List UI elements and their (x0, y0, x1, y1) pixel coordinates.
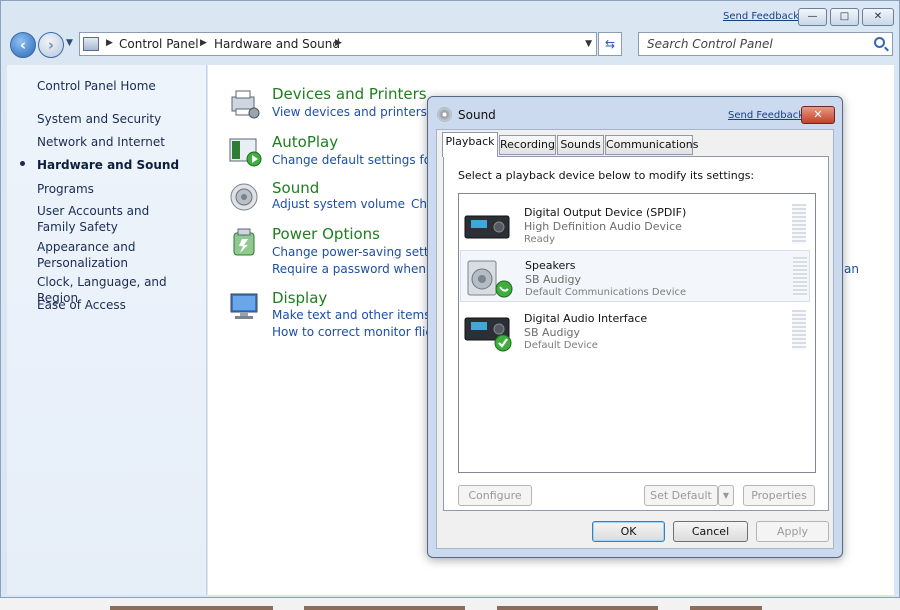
device-digital-audio-interface[interactable]: Digital Audio Interface SB Audigy Defaul… (460, 304, 810, 356)
sidebar-item-system-and-security[interactable]: System and Security (37, 111, 207, 127)
arrow-left-icon: ‹ (19, 36, 27, 54)
address-bar[interactable]: ▶ Control Panel ▶ Hardware and Sound ▶ ▼ (79, 32, 597, 56)
category-link[interactable]: Change power-saving setting (272, 245, 447, 259)
configure-button[interactable]: Configure (458, 485, 532, 506)
active-bullet-icon (20, 161, 25, 166)
dialog-title: Sound (458, 108, 496, 122)
title-bar: Send Feedback — □ ✕ (1, 1, 899, 29)
receiver-icon (464, 317, 512, 352)
device-status: Default Device (524, 340, 598, 351)
send-feedback-link[interactable]: Send Feedback (723, 11, 799, 22)
refresh-icon: ⇆ (604, 37, 616, 51)
device-list[interactable]: Digital Output Device (SPDIF) High Defin… (458, 193, 816, 473)
category-link[interactable]: View devices and printers (272, 105, 427, 119)
device-driver: SB Audigy (525, 273, 582, 286)
minimize-button[interactable]: — (798, 8, 827, 26)
breadcrumb-hardware-and-sound[interactable]: Hardware and Sound (214, 37, 340, 51)
device-status: Ready (524, 234, 556, 245)
category-title[interactable]: AutoPlay (272, 133, 338, 151)
search-icon[interactable] (874, 37, 885, 48)
breadcrumb-separator-icon[interactable]: ▶ (106, 38, 113, 48)
playback-panel: Select a playback device below to modify… (443, 156, 829, 511)
tab-recording[interactable]: Recording (499, 135, 556, 155)
search-input[interactable]: Search Control Panel (638, 32, 893, 56)
sidebar-item-control-panel-home[interactable]: Control Panel Home (37, 78, 207, 94)
category-link[interactable]: Change default settings for m (272, 153, 451, 167)
sidebar-item-appearance[interactable]: Appearance and Personalization (37, 239, 147, 271)
sidebar-item-programs[interactable]: Programs (37, 181, 207, 197)
device-driver: SB Audigy (524, 326, 581, 339)
tab-communications[interactable]: Communications (605, 135, 698, 155)
properties-button[interactable]: Properties (743, 485, 815, 506)
speaker-icon (230, 183, 258, 211)
maximize-button[interactable]: □ (830, 8, 859, 26)
speakers-icon (467, 260, 513, 298)
tab-sounds[interactable]: Sounds (557, 135, 604, 155)
category-link-fragment[interactable]: an (844, 262, 859, 276)
device-speakers[interactable]: Speakers SB Audigy Default Communication… (460, 250, 810, 302)
device-digital-output-spdif[interactable]: Digital Output Device (SPDIF) High Defin… (460, 198, 810, 250)
category-title[interactable]: Devices and Printers (272, 85, 427, 103)
device-name: Digital Output Device (SPDIF) (524, 206, 687, 219)
device-name: Digital Audio Interface (524, 312, 648, 325)
dialog-close-button[interactable]: ✕ (801, 106, 835, 124)
dialog-body: Playback Recording Sounds Communications… (436, 129, 834, 549)
back-button[interactable]: ‹ (10, 32, 36, 58)
breadcrumb-control-panel[interactable]: Control Panel (119, 37, 199, 51)
device-status: Default Communications Device (525, 287, 687, 298)
dialog-send-feedback-link[interactable]: Send Feedback (728, 110, 804, 121)
sound-dialog: Sound Send Feedback ✕ Playback Recording… (427, 96, 843, 558)
address-row: ‹ › ▼ ▶ Control Panel ▶ Hardware and Sou… (1, 29, 899, 63)
category-title[interactable]: Display (272, 289, 327, 307)
control-panel-icon (83, 37, 99, 51)
category-title[interactable]: Sound (272, 179, 319, 197)
ok-button[interactable]: OK (592, 521, 665, 542)
sidebar-item-hardware-and-sound[interactable]: Hardware and Sound (37, 157, 207, 173)
forward-button[interactable]: › (38, 32, 64, 58)
sidebar-item-ease-of-access[interactable]: Ease of Access (37, 297, 207, 313)
set-default-button[interactable]: Set Default (644, 485, 718, 506)
category-link[interactable]: Adjust system volume (272, 197, 405, 211)
apply-button[interactable]: Apply (756, 521, 829, 542)
arrow-right-icon: › (47, 36, 55, 54)
refresh-button[interactable]: ⇆ (598, 32, 622, 56)
category-link[interactable]: Require a password when the (272, 262, 449, 276)
category-title[interactable]: Power Options (272, 225, 380, 243)
tab-playback[interactable]: Playback (442, 132, 498, 157)
category-link[interactable]: How to correct monitor flicke (272, 325, 446, 339)
search-placeholder: Search Control Panel (647, 37, 773, 51)
breadcrumb-separator-icon[interactable]: ▶ (200, 38, 207, 48)
monitor-icon (230, 293, 258, 319)
printer-icon (231, 90, 260, 119)
breadcrumb-separator-icon[interactable]: ▶ (335, 38, 342, 48)
sidebar-item-network-and-internet[interactable]: Network and Internet (37, 134, 207, 150)
taskbar-thumbnail[interactable] (110, 606, 273, 610)
sidebar: Control Panel Home System and Security N… (7, 65, 207, 595)
level-meter (792, 204, 806, 244)
close-button[interactable]: ✕ (862, 8, 894, 26)
level-meter (793, 257, 807, 297)
device-driver: High Definition Audio Device (524, 220, 682, 233)
cancel-button[interactable]: Cancel (673, 521, 748, 542)
taskbar-thumbnail[interactable] (497, 606, 658, 610)
address-dropdown-icon[interactable]: ▼ (585, 39, 592, 49)
taskbar-thumbnail[interactable] (690, 606, 762, 610)
sidebar-item-user-accounts[interactable]: User Accounts and Family Safety (37, 203, 187, 235)
phone-badge-icon (495, 280, 513, 298)
power-icon (233, 228, 255, 256)
receiver-icon (464, 215, 510, 239)
autoplay-icon (229, 138, 262, 167)
category-link[interactable]: Ch (411, 197, 427, 211)
recent-pages-dropdown[interactable]: ▼ (66, 38, 73, 48)
taskbar-thumbnail[interactable] (304, 606, 465, 610)
set-default-dropdown-button[interactable]: ▼ (718, 485, 734, 506)
device-name: Speakers (525, 259, 576, 272)
level-meter (792, 310, 806, 350)
sound-dialog-icon (437, 107, 452, 122)
instruction-text: Select a playback device below to modify… (458, 169, 755, 182)
